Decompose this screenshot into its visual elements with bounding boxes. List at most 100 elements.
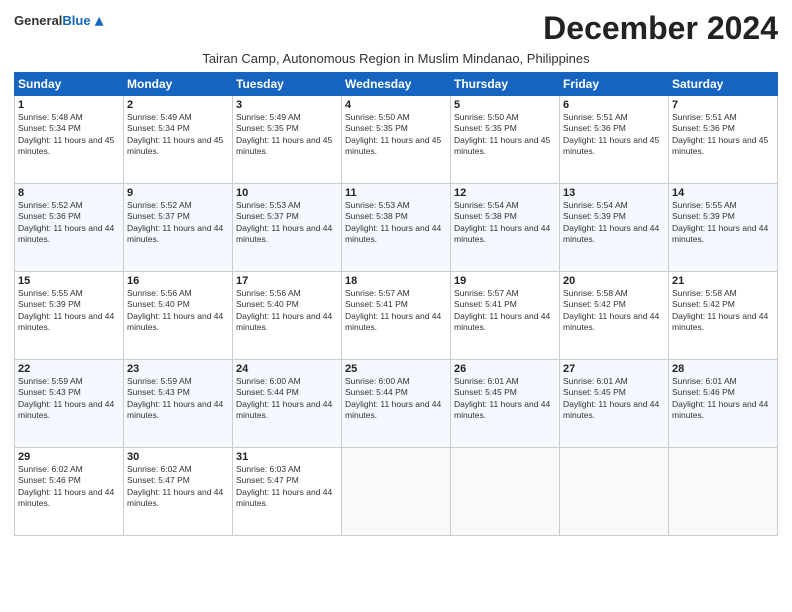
day-number: 11 (345, 187, 447, 199)
logo-text: GeneralBlue (14, 12, 91, 30)
day-info: Sunrise: 5:49 AMSunset: 5:34 PMDaylight:… (127, 112, 229, 158)
day-number: 6 (563, 99, 665, 111)
day-number: 1 (18, 99, 120, 111)
day-info: Sunrise: 5:56 AMSunset: 5:40 PMDaylight:… (236, 288, 338, 334)
month-title: December 2024 (543, 10, 778, 47)
calendar-week-5: 29Sunrise: 6:02 AMSunset: 5:46 PMDayligh… (15, 448, 778, 536)
calendar-cell: 24Sunrise: 6:00 AMSunset: 5:44 PMDayligh… (233, 360, 342, 448)
calendar-cell: 13Sunrise: 5:54 AMSunset: 5:39 PMDayligh… (560, 184, 669, 272)
day-number: 18 (345, 275, 447, 287)
day-number: 3 (236, 99, 338, 111)
day-info: Sunrise: 6:01 AMSunset: 5:45 PMDaylight:… (563, 376, 665, 422)
calendar-cell: 28Sunrise: 6:01 AMSunset: 5:46 PMDayligh… (669, 360, 778, 448)
calendar-cell: 29Sunrise: 6:02 AMSunset: 5:46 PMDayligh… (15, 448, 124, 536)
calendar-cell: 25Sunrise: 6:00 AMSunset: 5:44 PMDayligh… (342, 360, 451, 448)
calendar-cell: 17Sunrise: 5:56 AMSunset: 5:40 PMDayligh… (233, 272, 342, 360)
day-number: 9 (127, 187, 229, 199)
calendar-cell: 8Sunrise: 5:52 AMSunset: 5:36 PMDaylight… (15, 184, 124, 272)
day-number: 19 (454, 275, 556, 287)
col-friday: Friday (560, 73, 669, 96)
header: GeneralBlue ▴ December 2024 (14, 10, 778, 47)
calendar-cell: 1Sunrise: 5:48 AMSunset: 5:34 PMDaylight… (15, 96, 124, 184)
calendar-cell: 18Sunrise: 5:57 AMSunset: 5:41 PMDayligh… (342, 272, 451, 360)
calendar-cell: 20Sunrise: 5:58 AMSunset: 5:42 PMDayligh… (560, 272, 669, 360)
day-number: 30 (127, 451, 229, 463)
day-number: 14 (672, 187, 774, 199)
col-monday: Monday (124, 73, 233, 96)
col-tuesday: Tuesday (233, 73, 342, 96)
day-info: Sunrise: 6:00 AMSunset: 5:44 PMDaylight:… (236, 376, 338, 422)
day-number: 22 (18, 363, 120, 375)
day-info: Sunrise: 5:56 AMSunset: 5:40 PMDaylight:… (127, 288, 229, 334)
day-info: Sunrise: 6:02 AMSunset: 5:47 PMDaylight:… (127, 464, 229, 510)
col-wednesday: Wednesday (342, 73, 451, 96)
calendar-cell: 26Sunrise: 6:01 AMSunset: 5:45 PMDayligh… (451, 360, 560, 448)
day-info: Sunrise: 5:52 AMSunset: 5:36 PMDaylight:… (18, 200, 120, 246)
calendar-cell: 19Sunrise: 5:57 AMSunset: 5:41 PMDayligh… (451, 272, 560, 360)
calendar-cell (560, 448, 669, 536)
day-number: 26 (454, 363, 556, 375)
calendar-cell: 5Sunrise: 5:50 AMSunset: 5:35 PMDaylight… (451, 96, 560, 184)
col-sunday: Sunday (15, 73, 124, 96)
day-number: 13 (563, 187, 665, 199)
col-thursday: Thursday (451, 73, 560, 96)
subtitle: Tairan Camp, Autonomous Region in Muslim… (14, 51, 778, 66)
col-saturday: Saturday (669, 73, 778, 96)
day-number: 20 (563, 275, 665, 287)
calendar-cell: 10Sunrise: 5:53 AMSunset: 5:37 PMDayligh… (233, 184, 342, 272)
day-info: Sunrise: 5:52 AMSunset: 5:37 PMDaylight:… (127, 200, 229, 246)
day-number: 15 (18, 275, 120, 287)
day-number: 27 (563, 363, 665, 375)
day-info: Sunrise: 6:03 AMSunset: 5:47 PMDaylight:… (236, 464, 338, 510)
calendar-cell: 30Sunrise: 6:02 AMSunset: 5:47 PMDayligh… (124, 448, 233, 536)
calendar-cell: 31Sunrise: 6:03 AMSunset: 5:47 PMDayligh… (233, 448, 342, 536)
day-number: 5 (454, 99, 556, 111)
day-number: 25 (345, 363, 447, 375)
calendar-cell: 4Sunrise: 5:50 AMSunset: 5:35 PMDaylight… (342, 96, 451, 184)
logo-blue: Blue (62, 13, 90, 28)
day-info: Sunrise: 5:50 AMSunset: 5:35 PMDaylight:… (454, 112, 556, 158)
logo-general: General (14, 13, 62, 28)
day-info: Sunrise: 5:55 AMSunset: 5:39 PMDaylight:… (18, 288, 120, 334)
calendar-body: 1Sunrise: 5:48 AMSunset: 5:34 PMDaylight… (15, 96, 778, 536)
calendar-week-4: 22Sunrise: 5:59 AMSunset: 5:43 PMDayligh… (15, 360, 778, 448)
calendar-table: Sunday Monday Tuesday Wednesday Thursday… (14, 72, 778, 536)
day-info: Sunrise: 5:57 AMSunset: 5:41 PMDaylight:… (345, 288, 447, 334)
day-info: Sunrise: 5:53 AMSunset: 5:38 PMDaylight:… (345, 200, 447, 246)
calendar-cell: 9Sunrise: 5:52 AMSunset: 5:37 PMDaylight… (124, 184, 233, 272)
day-number: 17 (236, 275, 338, 287)
header-row: Sunday Monday Tuesday Wednesday Thursday… (15, 73, 778, 96)
day-info: Sunrise: 6:01 AMSunset: 5:45 PMDaylight:… (454, 376, 556, 422)
day-number: 10 (236, 187, 338, 199)
day-info: Sunrise: 5:55 AMSunset: 5:39 PMDaylight:… (672, 200, 774, 246)
calendar-cell: 16Sunrise: 5:56 AMSunset: 5:40 PMDayligh… (124, 272, 233, 360)
logo: GeneralBlue ▴ (14, 10, 104, 31)
day-number: 24 (236, 363, 338, 375)
calendar-cell: 12Sunrise: 5:54 AMSunset: 5:38 PMDayligh… (451, 184, 560, 272)
calendar-week-3: 15Sunrise: 5:55 AMSunset: 5:39 PMDayligh… (15, 272, 778, 360)
day-info: Sunrise: 5:48 AMSunset: 5:34 PMDaylight:… (18, 112, 120, 158)
calendar-cell: 22Sunrise: 5:59 AMSunset: 5:43 PMDayligh… (15, 360, 124, 448)
calendar-cell: 15Sunrise: 5:55 AMSunset: 5:39 PMDayligh… (15, 272, 124, 360)
day-info: Sunrise: 6:01 AMSunset: 5:46 PMDaylight:… (672, 376, 774, 422)
day-info: Sunrise: 5:54 AMSunset: 5:39 PMDaylight:… (563, 200, 665, 246)
day-info: Sunrise: 5:58 AMSunset: 5:42 PMDaylight:… (563, 288, 665, 334)
day-info: Sunrise: 5:59 AMSunset: 5:43 PMDaylight:… (18, 376, 120, 422)
day-info: Sunrise: 5:49 AMSunset: 5:35 PMDaylight:… (236, 112, 338, 158)
day-info: Sunrise: 6:02 AMSunset: 5:46 PMDaylight:… (18, 464, 120, 510)
calendar-cell: 11Sunrise: 5:53 AMSunset: 5:38 PMDayligh… (342, 184, 451, 272)
calendar-week-2: 8Sunrise: 5:52 AMSunset: 5:36 PMDaylight… (15, 184, 778, 272)
day-number: 21 (672, 275, 774, 287)
logo-bird-icon: ▴ (95, 10, 104, 31)
calendar-cell: 7Sunrise: 5:51 AMSunset: 5:36 PMDaylight… (669, 96, 778, 184)
calendar-cell: 3Sunrise: 5:49 AMSunset: 5:35 PMDaylight… (233, 96, 342, 184)
day-info: Sunrise: 5:54 AMSunset: 5:38 PMDaylight:… (454, 200, 556, 246)
calendar-cell (451, 448, 560, 536)
calendar-cell: 21Sunrise: 5:58 AMSunset: 5:42 PMDayligh… (669, 272, 778, 360)
calendar-page: GeneralBlue ▴ December 2024 Tairan Camp,… (0, 0, 792, 612)
day-info: Sunrise: 5:53 AMSunset: 5:37 PMDaylight:… (236, 200, 338, 246)
day-number: 16 (127, 275, 229, 287)
day-number: 4 (345, 99, 447, 111)
day-info: Sunrise: 6:00 AMSunset: 5:44 PMDaylight:… (345, 376, 447, 422)
day-number: 8 (18, 187, 120, 199)
